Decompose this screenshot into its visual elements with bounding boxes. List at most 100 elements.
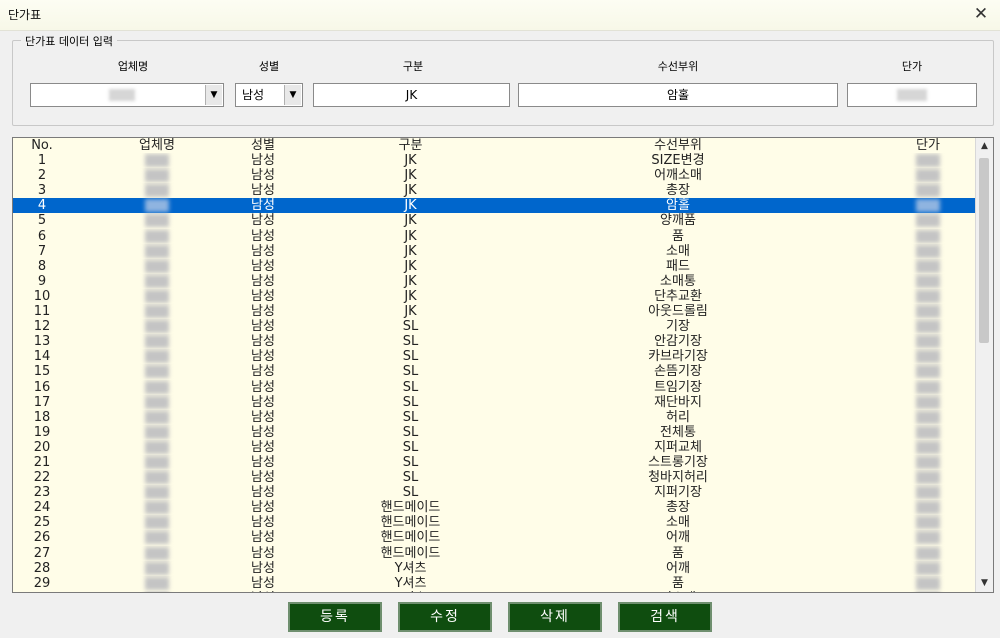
redacted-value — [916, 214, 940, 228]
redacted-value — [916, 184, 940, 198]
cell-no: 7 — [37, 243, 47, 259]
register-button[interactable]: 등록 — [288, 602, 382, 632]
table-row[interactable]: 28 남성 Y셔츠 어깨 — [13, 561, 975, 576]
table-row[interactable]: 10 남성 JK 단추교환 — [13, 289, 975, 304]
table-row[interactable]: 16 남성 SL 트임기장 — [13, 380, 975, 395]
table-row[interactable]: 6 남성 JK 품 — [13, 229, 975, 244]
price-input[interactable] — [847, 83, 977, 107]
vertical-scrollbar[interactable]: ▲ ▼ — [975, 138, 993, 592]
company-select[interactable]: ▼ — [30, 83, 224, 107]
table-row[interactable]: 29 남성 Y셔츠 품 — [13, 576, 975, 591]
scroll-up-icon[interactable]: ▲ — [976, 138, 993, 155]
table-row[interactable]: 5 남성 JK 양깨품 — [13, 213, 975, 228]
edit-button[interactable]: 수정 — [398, 602, 492, 632]
cell-gender: 남성 — [251, 545, 275, 561]
header-company: 업체명 — [139, 138, 175, 153]
table-row[interactable]: 17 남성 SL 재단바지 — [13, 395, 975, 410]
table-row[interactable]: 22 남성 SL 청바지허리 — [13, 470, 975, 485]
company-label: 업체명 — [117, 60, 149, 73]
table-row[interactable]: 20 남성 SL 지퍼교체 — [13, 440, 975, 455]
cell-part: 총장 — [666, 183, 690, 199]
cell-gender: 남성 — [251, 394, 275, 410]
cell-type: SL — [402, 394, 419, 410]
cell-part: 전체통 — [660, 424, 696, 440]
table-row[interactable]: 9 남성 JK 소매통 — [13, 274, 975, 289]
redacted-value — [145, 169, 169, 183]
table-row[interactable]: 24 남성 핸드메이드 총장 — [13, 500, 975, 515]
table-row[interactable]: 2 남성 JK 어깨소매 — [13, 168, 975, 183]
redacted-value — [145, 305, 169, 319]
redacted-value — [916, 410, 940, 424]
cell-part: 패드 — [666, 258, 690, 274]
table-row[interactable]: 18 남성 SL 허리 — [13, 410, 975, 425]
company-dropdown-icon[interactable]: ▼ — [205, 85, 222, 105]
table-row[interactable]: 21 남성 SL 스트롱기장 — [13, 455, 975, 470]
cell-no: 28 — [33, 560, 51, 576]
table-body: No. 업체명 성별 구분 수선부위 단가 1 남성 JK SIZE변경 2 남성 JK 어깨… — [13, 138, 975, 592]
table-row[interactable]: 27 남성 핸드메이드 품 — [13, 546, 975, 561]
table-row[interactable]: 14 남성 SL 카브라기장 — [13, 349, 975, 364]
redacted-value — [145, 576, 169, 590]
cell-gender: 남성 — [233, 591, 293, 592]
redacted-value — [916, 561, 940, 575]
cell-part: 안감기장 — [654, 334, 702, 350]
cell-part: 품 — [672, 228, 684, 244]
cell-no: 4 — [37, 198, 47, 214]
scroll-down-icon[interactable]: ▼ — [976, 575, 993, 592]
cell-no: 13 — [33, 334, 51, 350]
cell-type: SL — [402, 334, 419, 350]
cell-gender: 남성 — [251, 168, 275, 184]
cell-gender: 남성 — [251, 258, 275, 274]
redacted-value — [916, 471, 940, 485]
cell-price — [893, 591, 963, 592]
cell-gender: 남성 — [251, 454, 275, 470]
redacted-value — [145, 335, 169, 349]
cell-gender: 남성 — [251, 198, 275, 214]
part-input[interactable]: 암홀 — [518, 83, 838, 107]
table-row[interactable]: 1 남성 JK SIZE변경 — [13, 153, 975, 168]
table-row[interactable]: 3 남성 JK 총장 — [13, 183, 975, 198]
cell-no: 6 — [37, 228, 47, 244]
cell-no: 17 — [33, 394, 51, 410]
table-row[interactable]: 15 남성 SL 손뜸기장 — [13, 364, 975, 379]
table-row[interactable]: 30 남성 Y셔츠 겨소매 — [13, 591, 975, 592]
cell-part: 소매 — [666, 515, 690, 531]
table-row[interactable]: 4 남성 JK 암홀 — [13, 198, 975, 214]
cell-no: 25 — [33, 515, 51, 531]
cell-gender: 남성 — [251, 364, 275, 380]
cell-type: Y셔츠 — [394, 575, 427, 591]
table-row[interactable]: 12 남성 SL 기장 — [13, 319, 975, 334]
cell-company — [117, 591, 197, 592]
table-row[interactable]: 7 남성 JK 소매 — [13, 244, 975, 259]
cell-no: 8 — [37, 258, 47, 274]
table-row[interactable]: 8 남성 JK 패드 — [13, 259, 975, 274]
table-row[interactable]: 11 남성 JK 아웃드롤림 — [13, 304, 975, 319]
type-input[interactable]: JK — [313, 83, 510, 107]
redacted-value — [145, 591, 169, 592]
scroll-thumb[interactable] — [979, 158, 989, 343]
price-table[interactable]: No. 업체명 성별 구분 수선부위 단가 1 남성 JK SIZE변경 2 남성 JK 어깨… — [12, 137, 994, 593]
gender-dropdown-icon[interactable]: ▼ — [284, 85, 301, 105]
cell-part: 카브라기장 — [648, 349, 708, 365]
delete-button[interactable]: 삭제 — [508, 602, 602, 632]
table-row[interactable]: 19 남성 SL 전체통 — [13, 425, 975, 440]
table-row[interactable]: 13 남성 SL 안감기장 — [13, 334, 975, 349]
cell-gender: 남성 — [251, 319, 275, 335]
cell-part: 청바지허리 — [648, 470, 708, 486]
table-row[interactable]: 23 남성 SL 지퍼기장 — [13, 485, 975, 500]
close-button[interactable]: ✕ — [970, 3, 992, 25]
cell-no: 9 — [37, 273, 47, 289]
redacted-value — [916, 440, 940, 454]
redacted-value — [145, 486, 169, 500]
gender-label: 성별 — [258, 60, 280, 73]
table-row[interactable]: 25 남성 핸드메이드 소매 — [13, 515, 975, 530]
search-button[interactable]: 검색 — [618, 602, 712, 632]
redacted-value — [145, 410, 169, 424]
redacted-price — [897, 89, 927, 101]
gender-select[interactable]: 남성 ▼ — [235, 83, 303, 107]
redacted-value — [916, 486, 940, 500]
cell-type: SL — [402, 349, 419, 365]
cell-type: JK — [404, 273, 417, 289]
price-label: 단가 — [901, 60, 923, 73]
table-row[interactable]: 26 남성 핸드메이드 어깨 — [13, 530, 975, 545]
